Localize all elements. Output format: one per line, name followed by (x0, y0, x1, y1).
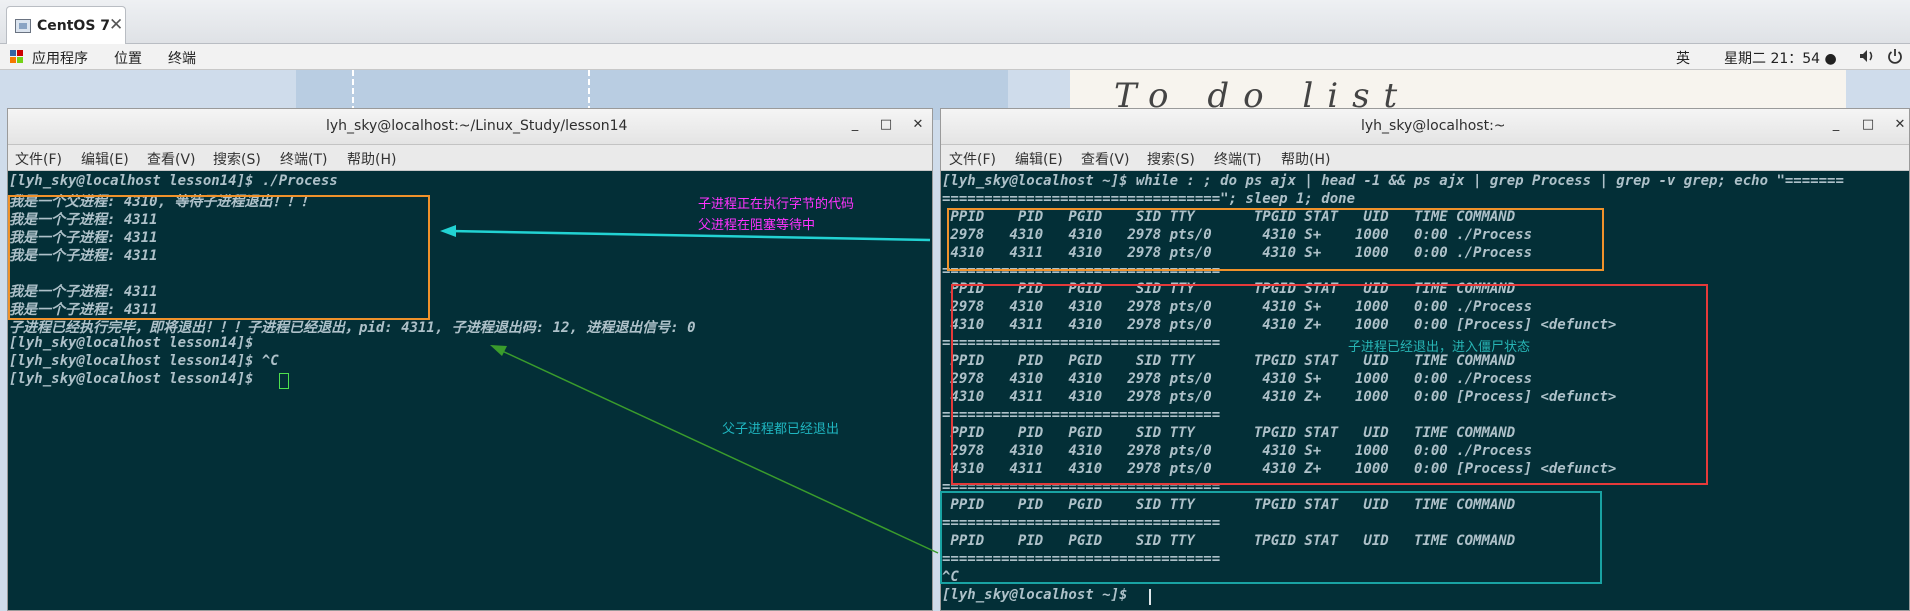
arrow-green-head (490, 345, 507, 356)
vm-screen: CentOS 7 ✕ 应用程序 位置 终端 英 星期二 21：54 ● To d… (0, 0, 1910, 611)
arrow-green-line (499, 349, 939, 554)
annotation-arrows (440, 225, 939, 554)
arrow-cyan-head (440, 225, 456, 237)
arrow-cyan-line (449, 229, 931, 242)
